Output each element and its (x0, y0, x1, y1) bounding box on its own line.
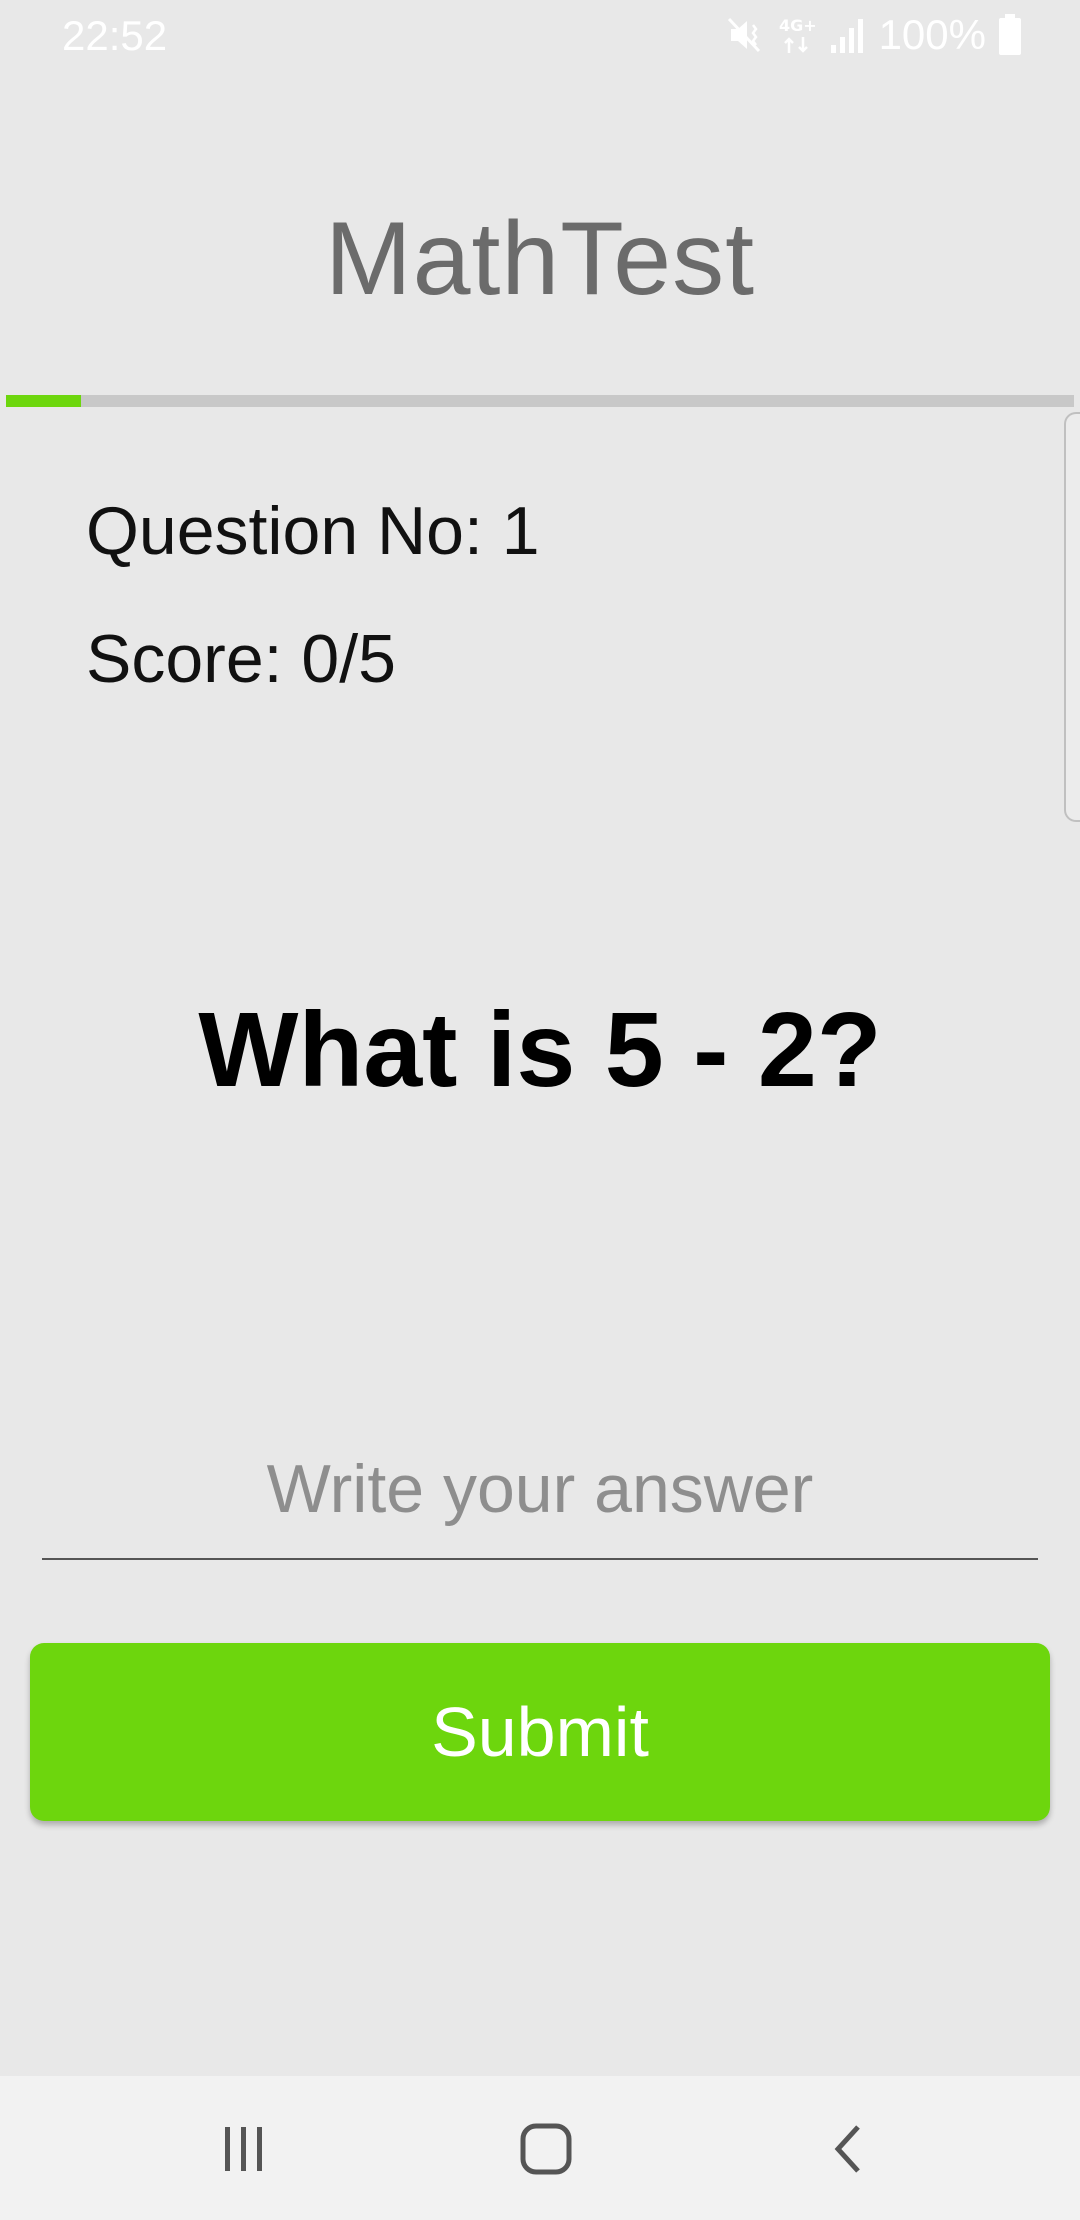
recent-apps-icon (219, 2123, 269, 2180)
status-icons: 4G+ 100% (725, 10, 1022, 60)
screen: 22:52 4G+ 100% MathTest Question No: 1 S… (0, 0, 1080, 2220)
navigation-bar (0, 2076, 1080, 2220)
back-icon (828, 2121, 868, 2182)
back-button[interactable] (808, 2116, 888, 2186)
progress-bar (6, 395, 1074, 407)
status-bar: 22:52 4G+ 100% (0, 0, 1080, 74)
answer-input[interactable] (42, 1420, 1038, 1560)
home-icon (518, 2121, 574, 2182)
app-title: MathTest (325, 201, 755, 317)
question-text: What is 5 - 2? (198, 991, 882, 1109)
status-time: 22:52 (62, 12, 168, 59)
mute-vibrate-icon (725, 15, 765, 55)
svg-text:4G+: 4G+ (779, 16, 817, 35)
battery-icon (998, 14, 1022, 56)
recent-apps-button[interactable] (204, 2116, 284, 2186)
scroll-indicator[interactable] (1064, 412, 1080, 822)
question-number: Question No: 1 (86, 493, 540, 569)
submit-button[interactable]: Submit (30, 1643, 1050, 1821)
score-label: Score: 0/5 (86, 621, 396, 697)
4g-plus-icon: 4G+ (777, 13, 817, 57)
battery-percent: 100% (878, 11, 986, 58)
progress-fill (6, 395, 81, 407)
home-button[interactable] (506, 2116, 586, 2186)
signal-icon (829, 15, 867, 55)
